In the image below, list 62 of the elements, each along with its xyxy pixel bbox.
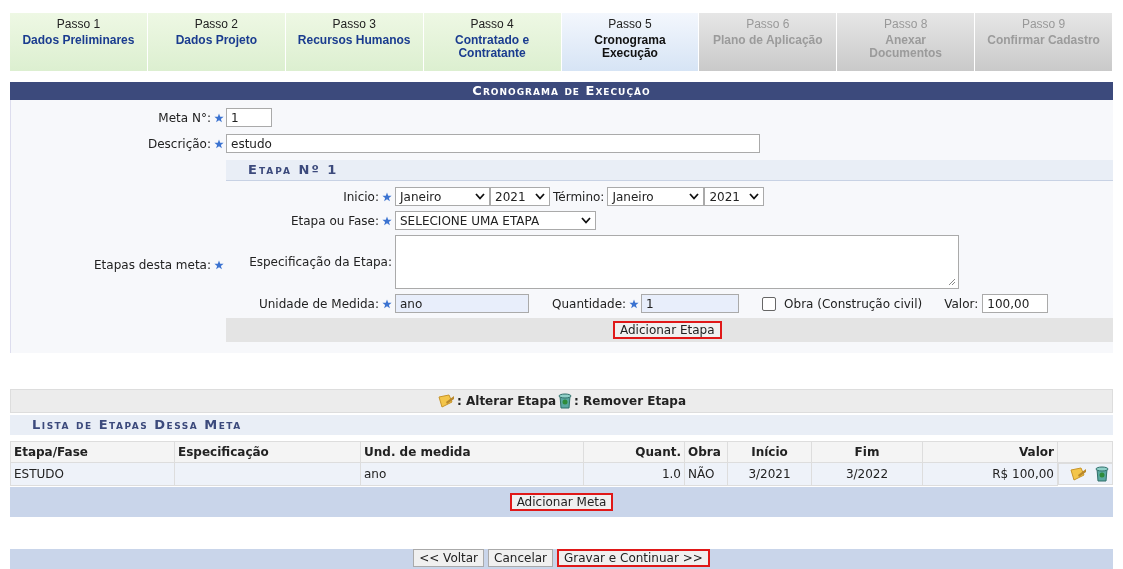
chevron-icon (475, 193, 485, 200)
table-cell: ESTUDO (14, 466, 64, 481)
resize-grip-icon (948, 278, 956, 286)
field-label: Descrição: (147, 136, 211, 151)
checkbox[interactable] (762, 296, 777, 311)
column-header: Quant. (583, 441, 685, 463)
checkbox-label: Obra (Construção civil) (784, 296, 923, 311)
step-tab[interactable]: Passo 1 Dados Preliminares (10, 13, 148, 71)
column-header: Início (727, 441, 812, 463)
field-label: Etapas desta meta: (94, 258, 211, 272)
chevron-icon (535, 193, 545, 200)
field-label: Etapa ou Fase: (290, 213, 379, 228)
input-field[interactable]: 100,00 (982, 294, 1049, 313)
step-tab[interactable]: Passo 4 Contratado e Contratante (423, 13, 562, 71)
trash-icon (558, 393, 573, 409)
legend-text: : Remover Etapa (574, 394, 686, 408)
field-label: Quantidade: (552, 296, 627, 311)
month-select[interactable]: Janeiro (607, 187, 705, 206)
section-title: Cronograma de Execução (10, 82, 1113, 100)
column-header: Especificação (174, 441, 361, 463)
stage-select[interactable]: SELECIONE UMA ETAPA (395, 211, 596, 230)
table-cell: 3/2022 (845, 466, 889, 481)
field-label: Especificação da Etapa: (249, 255, 392, 269)
field-label: Valor: (944, 296, 979, 311)
chevron-icon (749, 193, 760, 200)
add-stage-button[interactable]: Adicionar Etapa (613, 321, 722, 339)
list-title: Lista de Etapas Dessa Meta (10, 415, 1113, 435)
field-label: Unidade de Medida: (258, 296, 379, 311)
column-header: Und. de medida (360, 441, 584, 463)
edit-icon[interactable] (1068, 466, 1087, 482)
chevron-icon (581, 217, 591, 224)
legend-text: : Alterar Etapa (457, 394, 557, 408)
step-tab[interactable]: Passo 3 Recursos Humanos (285, 13, 424, 71)
cancel-button[interactable]: Cancelar (488, 548, 553, 567)
year-select[interactable]: 2021 (704, 187, 765, 206)
step-tab[interactable]: Passo 5 Cronograma Execução (561, 13, 700, 71)
field-label: Inicio: (343, 189, 379, 204)
column-header: Obra (684, 441, 728, 463)
chevron-icon (689, 193, 700, 200)
table-cell: ano (364, 466, 387, 481)
column-header: Valor (922, 441, 1058, 463)
add-goal-button[interactable]: Adicionar Meta (509, 492, 614, 511)
table-cell: NÃO (688, 466, 715, 481)
back-button[interactable]: << Voltar (413, 548, 485, 567)
step-tab[interactable]: Passo 2 Dados Projeto (147, 13, 286, 71)
save-continue-button[interactable]: Gravar e Continuar >> (557, 548, 710, 567)
column-header: Etapa/Fase (10, 441, 175, 463)
field-label: Meta N°: (158, 110, 211, 125)
table-cell: 1.0 (661, 466, 681, 481)
trash-icon[interactable] (1094, 466, 1109, 482)
month-select[interactable]: Janeiro (395, 187, 490, 206)
table-cell: R$ 100,00 (992, 466, 1054, 481)
input-field[interactable]: ano (395, 294, 529, 313)
field-label: Término: (553, 189, 605, 204)
edit-icon (437, 393, 455, 409)
subsection-title: Etapa Nº 1 (226, 160, 1113, 181)
input-field[interactable]: 1 (226, 108, 272, 127)
column-header: Fim (811, 441, 923, 463)
table-cell: 3/2021 (748, 466, 791, 481)
input-field[interactable]: 1 (641, 294, 740, 313)
input-field[interactable]: estudo (226, 134, 760, 153)
year-select[interactable]: 2021 (490, 187, 550, 206)
